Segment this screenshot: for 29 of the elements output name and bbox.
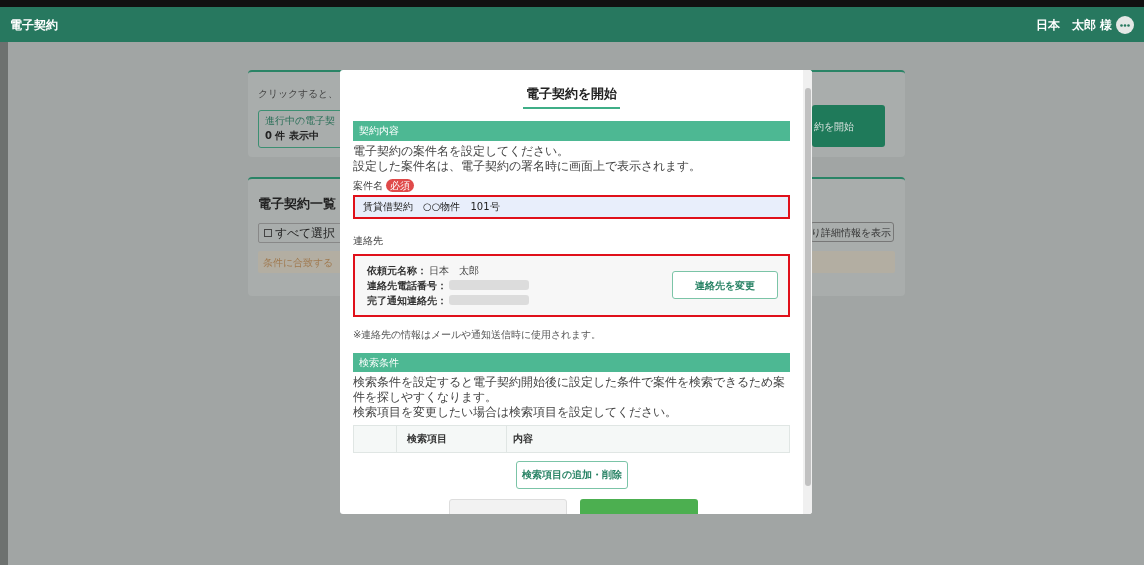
column-header: 内容 (513, 432, 533, 446)
section-heading: 契約内容 (359, 124, 399, 138)
contact-field-label: 完了通知連絡先： (367, 293, 447, 308)
status-count: 0 件 表示中 (265, 129, 320, 143)
change-contact-button[interactable]: 連絡先を変更 (672, 271, 778, 299)
column-header: 検索項目 (407, 432, 447, 446)
section-heading: 検索条件 (359, 355, 399, 370)
description-text: 電子契約の案件名を設定してください。 (353, 143, 569, 158)
user-name[interactable]: 日本 太郎 様 (1035, 15, 1112, 34)
hint-text: クリックすると、 (258, 88, 338, 99)
select-all-label: すべて選択 (275, 225, 335, 242)
description-text: 検索条件を設定すると電子契約開始後に設定した条件で案件を検索できるため案件を探しやすくなります。 (353, 374, 785, 404)
description-text: 検索項目を変更したい場合は検索項目を設定してください。 (353, 404, 677, 419)
field-label: 案件名 (353, 178, 383, 193)
modal-title: 電子契約を開始 (523, 84, 620, 109)
contact-field-label: 連絡先電話番号： (367, 278, 447, 293)
contract-name-field[interactable]: 賃貸借契約 ○○物件 101号 (353, 194, 790, 219)
app-title: 電子契約 (10, 16, 58, 34)
description-text: 設定した案件名は、電子契約の署名時に画面上で表示されます。 (353, 158, 701, 173)
list-title: 電子契約一覧 (258, 196, 336, 211)
contact-label: 連絡先 (353, 234, 383, 246)
required-badge: 必須 (386, 178, 414, 192)
edit-search-items-button[interactable]: 検索項目の追加・削除 (515, 460, 628, 489)
contact-note: ※連絡先の情報はメールや通知送信時に使用されます。 (353, 328, 602, 340)
notice-text: 条件に合致する (263, 255, 333, 270)
start-button[interactable]: 約を開始 (812, 105, 885, 147)
contact-field-value: 日本 太郎 (429, 263, 479, 278)
status-title: 進行中の電子契 (265, 114, 336, 128)
contact-field-label: 依頼元名称： (367, 263, 427, 278)
